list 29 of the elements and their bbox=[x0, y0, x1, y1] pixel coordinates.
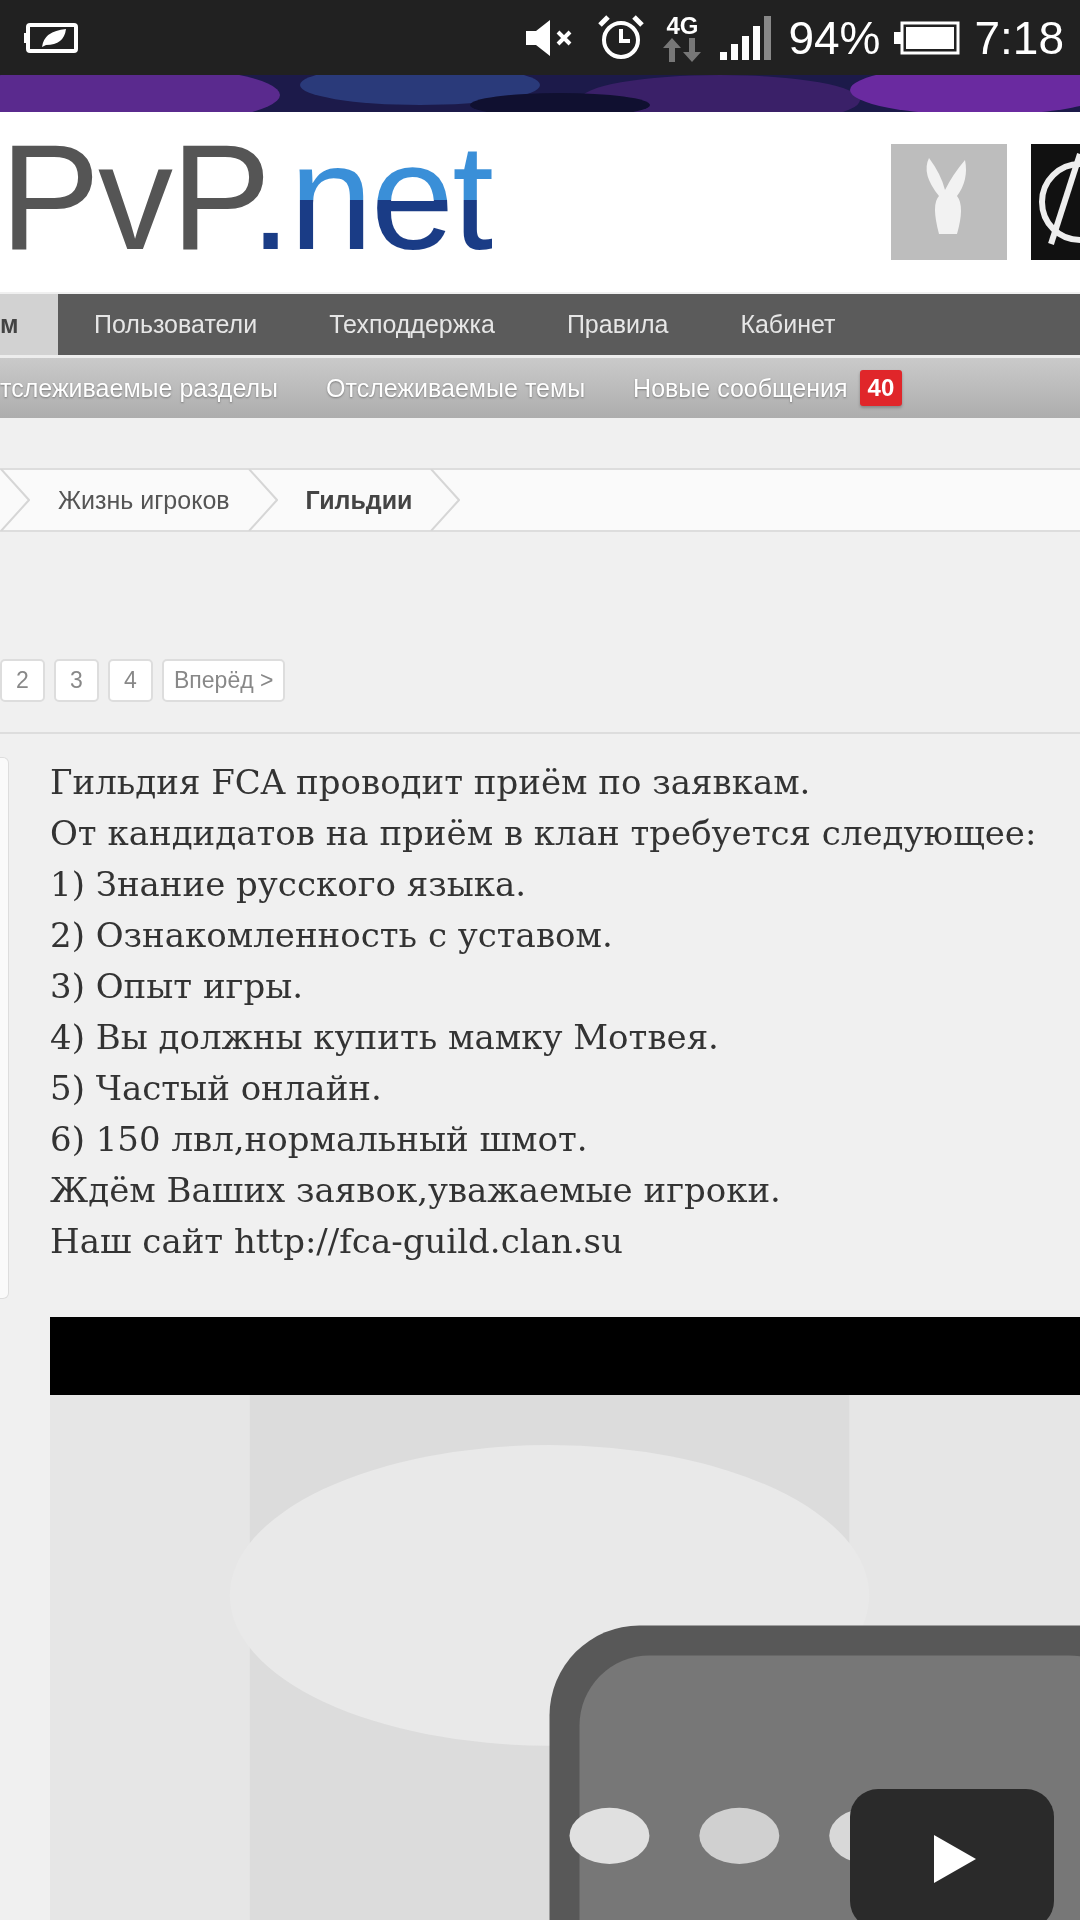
breadcrumb-link[interactable]: Гильдии bbox=[277, 485, 431, 515]
post-text: 5) Частый онлайн. bbox=[50, 1067, 383, 1110]
post-text: Наш сайт http://fca-guild.clan.su bbox=[50, 1220, 624, 1263]
post-text: От кандидатов на приём в клан требуется следующее: bbox=[50, 812, 1038, 855]
page-link[interactable]: 2 bbox=[0, 659, 45, 702]
clock: 7:18 bbox=[974, 10, 1064, 65]
post-text: Гильдия FCA проводит приём по заявкам. bbox=[50, 761, 812, 804]
nav-tab[interactable]: Кабинет bbox=[704, 294, 872, 355]
count-badge: 40 bbox=[859, 370, 903, 406]
post-text: Ждём Ваших заявок,уважаемые игроки. bbox=[50, 1169, 782, 1212]
emblem-icon[interactable] bbox=[1031, 144, 1080, 260]
page-link[interactable]: 4 bbox=[108, 659, 153, 702]
sub-nav-link[interactable]: Новые сообщения 40 bbox=[633, 370, 903, 406]
play-button[interactable] bbox=[850, 1789, 1054, 1920]
post-text: 2) Ознакомленность с уставом. bbox=[50, 914, 614, 957]
post-text: 4) Вы должны купить мамку Мотвея. bbox=[50, 1016, 720, 1059]
post-text: 3) Опыт игры. bbox=[50, 965, 305, 1008]
breadcrumb-link[interactable]: Жизнь игроков bbox=[30, 485, 248, 515]
nav-tab[interactable]: Техподдержка bbox=[293, 294, 531, 355]
network-type: 4G bbox=[666, 13, 699, 38]
nav-tab[interactable]: Пользователи bbox=[58, 294, 294, 355]
nav-tab[interactable]: Правила bbox=[530, 294, 705, 355]
battery-icon bbox=[894, 20, 961, 55]
post-text: 1) Знание русского языка. bbox=[50, 863, 528, 906]
page-link[interactable]: 3 bbox=[54, 659, 99, 702]
page-link[interactable]: Вперёд > bbox=[162, 659, 286, 702]
nav-tab[interactable]: м bbox=[0, 294, 58, 355]
post-text: 6) 150 лвл,нормальный шмот. bbox=[50, 1118, 589, 1161]
battery-percent: 94% bbox=[788, 10, 881, 65]
